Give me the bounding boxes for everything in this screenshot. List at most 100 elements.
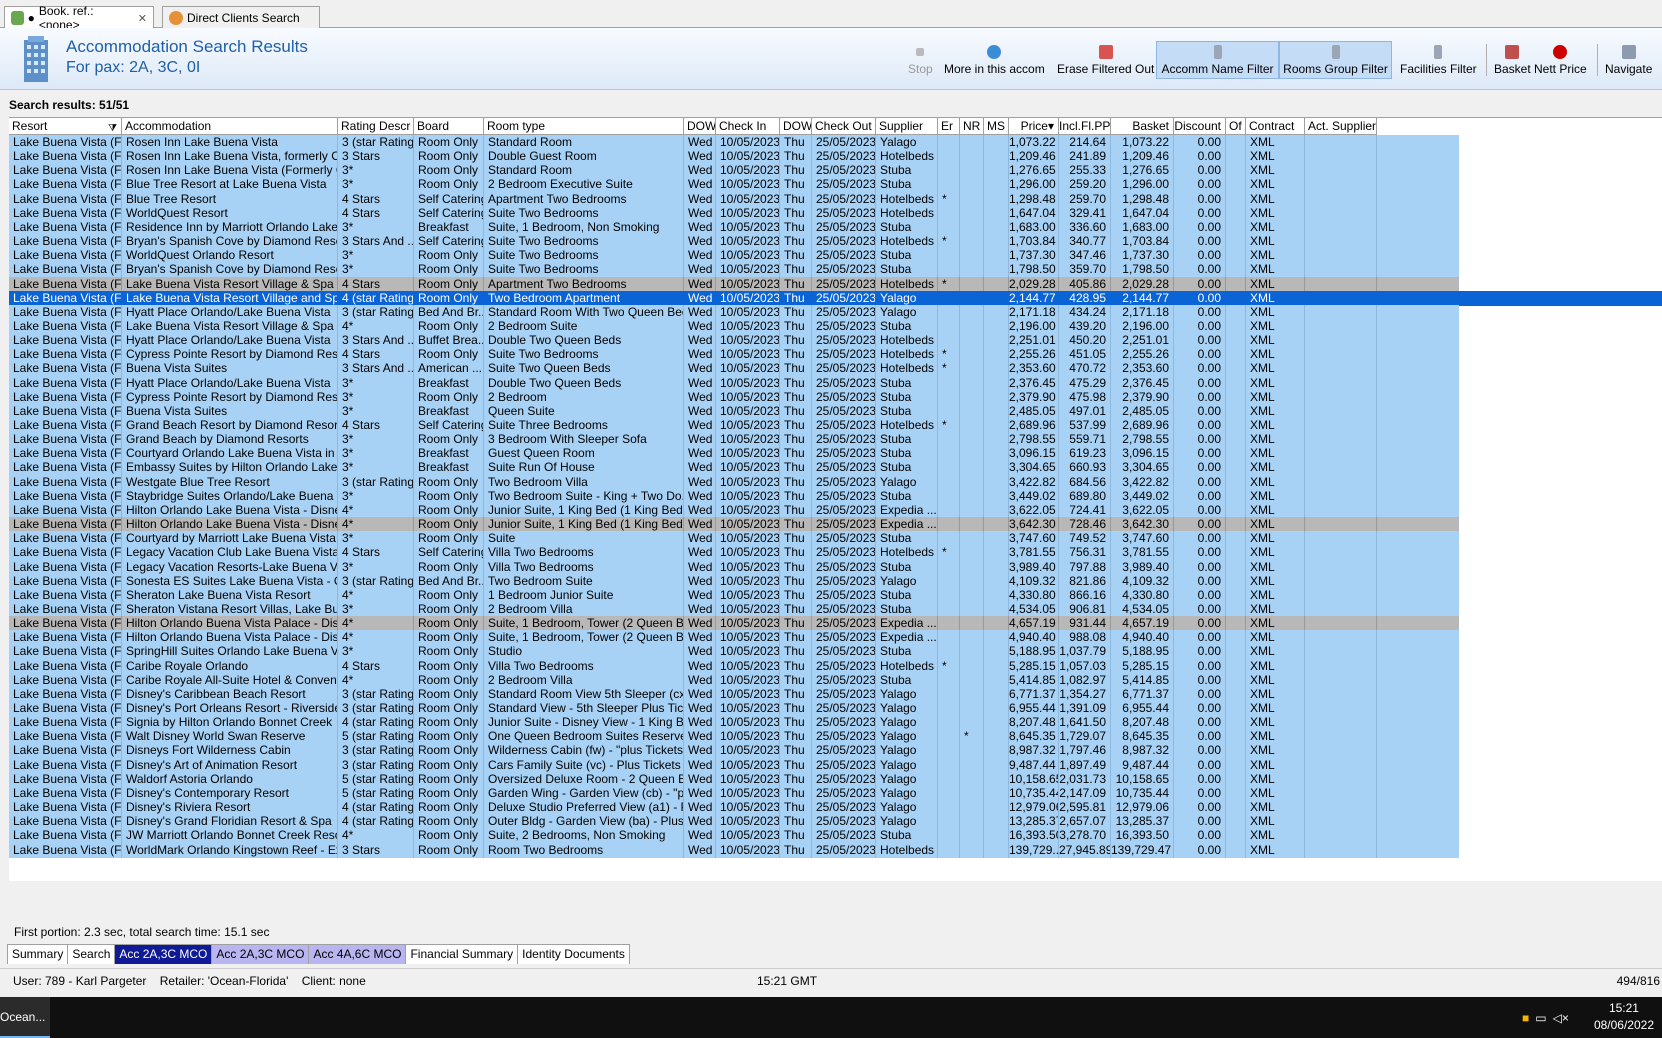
column-header-supplier[interactable]: Supplier <box>876 118 938 135</box>
tab-direct-clients-search[interactable]: Direct Clients Search <box>162 6 320 28</box>
table-row[interactable]: Lake Buena Vista (FL) Blue Tree Resort 4 S… <box>9 191 1459 207</box>
tab-booking[interactable]: ● Book. ref.: <none> ✕ <box>4 4 154 32</box>
table-row[interactable]: Lake Buena Vista (FL) Waldorf Astoria Orl… <box>9 771 1459 787</box>
facilities-filter-button[interactable]: Facilities Filter <box>1396 42 1481 78</box>
table-row[interactable]: Lake Buena Vista (FL) Buena Vista Suites 3… <box>9 361 1459 377</box>
erase-filtered-out-button[interactable]: Erase Filtered Out <box>1053 42 1158 78</box>
column-header-er[interactable]: Er <box>938 118 960 135</box>
table-row[interactable]: Lake Buena Vista (FL) JW Marriott Orlando… <box>9 828 1459 844</box>
taskbar-clock[interactable]: 15:21 08/06/2022 <box>1594 1000 1654 1034</box>
table-row[interactable]: Lake Buena Vista (FL) Disney's Riviera Re… <box>9 800 1459 816</box>
table-row[interactable]: Lake Buena Vista (FL) Rosen Inn Lake Buen… <box>9 149 1459 165</box>
column-header-rating-descr[interactable]: Rating Descr <box>338 118 414 135</box>
windows-flag-icon[interactable]: ■ <box>1522 1011 1529 1025</box>
table-row[interactable]: Lake Buena Vista (FL) Sheraton Lake Buena… <box>9 587 1459 603</box>
rooms-group-filter-button[interactable]: Rooms Group Filter <box>1279 41 1392 79</box>
nett-price-button[interactable]: Nett Price <box>1530 42 1591 78</box>
column-header-nr[interactable]: NR <box>960 118 984 135</box>
network-icon[interactable]: ▭ <box>1535 1011 1546 1025</box>
navigate-button[interactable]: Navigate <box>1601 42 1656 78</box>
column-header-contract[interactable]: Contract <box>1246 118 1305 135</box>
table-row[interactable]: Lake Buena Vista (FL) Hilton Orlando Lake… <box>9 517 1459 533</box>
table-row[interactable]: Lake Buena Vista (FL) Caribe Royale All-S… <box>9 672 1459 688</box>
column-header-board[interactable]: Board <box>414 118 484 135</box>
basket-button[interactable]: Basket <box>1490 42 1535 78</box>
table-row[interactable]: Lake Buena Vista (FL) Hilton Orlando Buen… <box>9 630 1459 646</box>
table-row[interactable]: Lake Buena Vista (FL) Disney's Contempora… <box>9 785 1459 801</box>
table-row[interactable]: Lake Buena Vista (FL) Rosen Inn Lake Buen… <box>9 135 1459 150</box>
table-row[interactable]: Lake Buena Vista (FL) Legacy Vacation Clu… <box>9 545 1459 561</box>
speaker-muted-icon[interactable]: ◁× <box>1553 1011 1569 1025</box>
table-row[interactable]: Lake Buena Vista (FL) WorldQuest Resort 4 … <box>9 205 1459 221</box>
column-header-resort[interactable]: Resort ⧩ <box>9 118 122 135</box>
table-row[interactable]: Lake Buena Vista (FL) Grand Beach Resort … <box>9 418 1459 433</box>
table-row[interactable]: Lake Buena Vista (FL) Grand Beach by Diam… <box>9 432 1459 448</box>
table-row[interactable]: Lake Buena Vista (FL) Hilton Orlando Lake… <box>9 502 1459 518</box>
bottom-tab-financial-summary[interactable]: Financial Summary <box>406 945 519 964</box>
table-row[interactable]: Lake Buena Vista (FL) Signia by Hilton Or… <box>9 715 1459 731</box>
column-header-incl-fl-pp[interactable]: Incl.Fl.PP <box>1059 118 1111 135</box>
table-row[interactable]: Lake Buena Vista (FL) Hyatt Place Orlando… <box>9 304 1459 320</box>
taskbar-app-button[interactable]: Ocean... <box>0 997 50 1038</box>
table-row[interactable]: Lake Buena Vista (FL) Courtyard Orlando L… <box>9 446 1459 462</box>
horizontal-scrollbar[interactable] <box>9 881 1662 893</box>
column-header-act-supplier[interactable]: Act. Supplier <box>1305 118 1377 135</box>
column-header-check-in[interactable]: Check In <box>716 118 780 135</box>
column-header-basket[interactable]: Basket <box>1111 118 1174 135</box>
table-row[interactable]: Lake Buena Vista (FL) Staybridge Suites O… <box>9 488 1459 504</box>
table-row[interactable]: Lake Buena Vista (FL) Embassy Suites by H… <box>9 460 1459 476</box>
table-row[interactable]: Lake Buena Vista (FL) WorldMark Orlando K… <box>9 842 1459 858</box>
table-row[interactable]: Lake Buena Vista (FL) Courtyard by Marrio… <box>9 531 1459 547</box>
column-header-ms[interactable]: MS <box>984 118 1009 135</box>
cell-act-supplier <box>1305 262 1377 278</box>
bottom-tab-search[interactable]: Search <box>68 945 116 964</box>
table-row[interactable]: Lake Buena Vista (FL) Disney's Caribbean … <box>9 686 1459 702</box>
table-row[interactable]: Lake Buena Vista (FL) Caribe Royale Orlan… <box>9 658 1459 674</box>
table-row[interactable]: Lake Buena Vista (FL) Cypress Pointe Reso… <box>9 347 1459 363</box>
bottom-tab-summary[interactable]: Summary <box>7 945 69 964</box>
table-row[interactable]: Lake Buena Vista (FL) Sonesta ES Suites L… <box>9 573 1459 589</box>
table-row-selected[interactable]: Lake Buena Vista (FL) Lake Buena Vista Re… <box>9 290 1662 306</box>
column-header-price[interactable]: Price▾ <box>1009 118 1059 135</box>
table-row[interactable]: Lake Buena Vista (FL) Lake Buena Vista Re… <box>9 318 1459 334</box>
results-grid[interactable]: Resort ⧩ Accommodation Rating Descr Board Roo… <box>9 117 1662 893</box>
table-row[interactable]: Lake Buena Vista (FL) Lake Buena Vista Re… <box>9 276 1459 292</box>
table-row[interactable]: Lake Buena Vista (FL) Bryan's Spanish Cov… <box>9 262 1459 278</box>
column-header-discount[interactable]: Discount <box>1174 118 1226 135</box>
table-row[interactable]: Lake Buena Vista (FL) Blue Tree Resort at… <box>9 177 1459 193</box>
table-row[interactable]: Lake Buena Vista (FL) Buena Vista Suites 3… <box>9 403 1459 419</box>
filter-funnel-icon[interactable]: ⧩ <box>108 121 117 134</box>
table-row[interactable]: Lake Buena Vista (FL) Bryan's Spanish Cov… <box>9 234 1459 250</box>
table-row[interactable]: Lake Buena Vista (FL) WorldQuest Orlando … <box>9 248 1459 264</box>
accomm-name-filter-button[interactable]: Accomm Name Filter <box>1156 41 1279 79</box>
more-in-this-accom-button[interactable]: More in this accom <box>940 42 1049 78</box>
table-row[interactable]: Lake Buena Vista (FL) Disney's Grand Flor… <box>9 814 1459 830</box>
column-header-of[interactable]: Of <box>1226 118 1246 135</box>
column-header-check-out[interactable]: Check Out <box>812 118 876 135</box>
table-row[interactable]: Lake Buena Vista (FL) Hyatt Place Orlando… <box>9 333 1459 349</box>
column-header-dow-in[interactable]: DOW <box>684 118 716 135</box>
table-row[interactable]: Lake Buena Vista (FL) Legacy Vacation Res… <box>9 559 1459 575</box>
table-row[interactable]: Lake Buena Vista (FL) Hyatt Place Orlando… <box>9 375 1459 391</box>
bottom-tab-acc-4a-6c-mco[interactable]: Acc 4A,6C MCO <box>309 945 407 964</box>
column-header-accommodation[interactable]: Accommodation <box>122 118 338 135</box>
table-row[interactable]: Lake Buena Vista (FL) Rosen Inn Lake Buen… <box>9 163 1459 179</box>
table-row[interactable]: Lake Buena Vista (FL) SpringHill Suites O… <box>9 644 1459 660</box>
table-row[interactable]: Lake Buena Vista (FL) Hilton Orlando Buen… <box>9 616 1459 632</box>
table-row[interactable]: Lake Buena Vista (FL) Sheraton Vistana Re… <box>9 601 1459 617</box>
table-row[interactable]: Lake Buena Vista (FL) Disney's Port Orlea… <box>9 701 1459 716</box>
column-header-dow-out[interactable]: DOW <box>780 118 812 135</box>
cell-accommodation: Westgate Blue Tree Resort <box>122 474 338 490</box>
table-row[interactable]: Lake Buena Vista (FL) Westgate Blue Tree … <box>9 474 1459 490</box>
table-row[interactable]: Lake Buena Vista (FL) Disneys Fort Wilder… <box>9 743 1459 759</box>
table-row[interactable]: Lake Buena Vista (FL) Cypress Pointe Reso… <box>9 389 1459 405</box>
column-header-room-type[interactable]: Room type <box>484 118 684 135</box>
bottom-tab-acc-2a-3c-mco[interactable]: Acc 2A,3C MCO <box>115 945 213 964</box>
close-icon[interactable]: ✕ <box>138 12 147 25</box>
bottom-tab-acc-2a-3c-mco[interactable]: Acc 2A,3C MCO <box>212 945 310 964</box>
stop-button[interactable]: Stop <box>904 42 937 78</box>
bottom-tab-identity-documents[interactable]: Identity Documents <box>518 945 630 964</box>
table-row[interactable]: Lake Buena Vista (FL) Residence Inn by Ma… <box>9 219 1459 235</box>
table-row[interactable]: Lake Buena Vista (FL) Disney's Art of Ani… <box>9 757 1459 773</box>
table-row[interactable]: Lake Buena Vista (FL) Walt Disney World S… <box>9 729 1459 745</box>
